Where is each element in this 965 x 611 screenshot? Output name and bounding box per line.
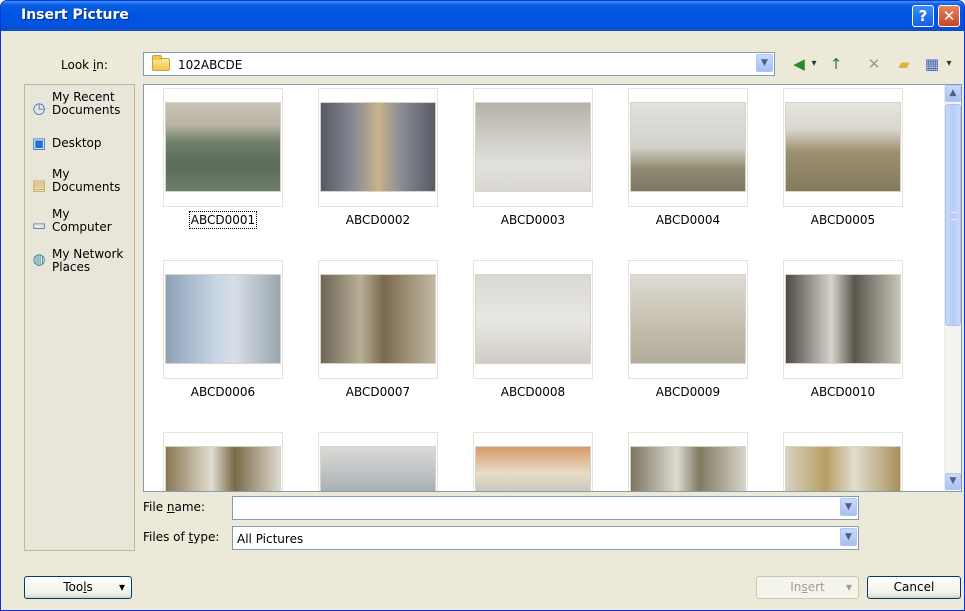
look-in-dropdown-arrow[interactable]: ▼ xyxy=(756,54,773,72)
thumbnail-item[interactable] xyxy=(318,432,438,491)
thumbnail-image xyxy=(630,102,746,192)
help-button[interactable]: ? xyxy=(912,5,934,27)
desktop-icon: ▣ xyxy=(31,134,47,152)
insert-picture-dialog: Insert Picture ? ✕ Look in: 102ABCDE ▼ ◀… xyxy=(0,0,965,611)
thumbnail-item[interactable] xyxy=(163,88,283,207)
thumbnail-image xyxy=(165,102,281,192)
my-computer-icon: ▭ xyxy=(31,216,47,234)
place-my-recent-documents[interactable]: ◷ My Recent Documents xyxy=(29,91,133,125)
thumbnail-item[interactable] xyxy=(163,260,283,379)
thumbnail-label: ABCD0002 xyxy=(345,213,411,227)
thumbnail-image xyxy=(785,102,901,192)
thumbnail-label: ABCD0007 xyxy=(345,385,411,399)
thumbnail-item[interactable] xyxy=(628,432,748,491)
thumbnail-image xyxy=(320,274,436,364)
cancel-button[interactable]: Cancel xyxy=(867,576,961,599)
look-in-combo[interactable]: 102ABCDE ▼ xyxy=(143,52,775,76)
file-name-dropdown-arrow[interactable]: ▼ xyxy=(840,498,857,516)
place-desktop[interactable]: ▣ Desktop xyxy=(29,134,133,155)
thumbnail-item[interactable] xyxy=(163,432,283,491)
thumbnail-item[interactable] xyxy=(473,432,593,491)
thumbnail-image xyxy=(165,274,281,364)
thumbnail-item[interactable] xyxy=(473,260,593,379)
place-my-documents[interactable]: ▤ My Documents xyxy=(29,168,133,202)
thumbnail-image xyxy=(475,446,591,491)
views-icon[interactable]: ▦ xyxy=(921,53,943,75)
thumbnail-item[interactable] xyxy=(318,88,438,207)
insert-button[interactable]: Insert ▾ xyxy=(756,576,859,599)
scroll-down-button[interactable]: ▼ xyxy=(945,473,961,490)
thumbnail-image xyxy=(630,274,746,364)
place-my-network-places[interactable]: ◍ My Network Places xyxy=(29,248,133,282)
close-button[interactable]: ✕ xyxy=(938,5,960,27)
files-of-type-value: All Pictures xyxy=(237,532,304,546)
thumbnail-label: ABCD0001 xyxy=(188,211,258,229)
back-icon[interactable]: ◀ xyxy=(789,53,809,75)
thumbnail-item[interactable] xyxy=(783,88,903,207)
thumbnail-item[interactable] xyxy=(318,260,438,379)
insert-dropdown-icon: ▾ xyxy=(845,580,852,594)
thumbnail-item[interactable] xyxy=(783,432,903,491)
thumbnail-image xyxy=(785,274,901,364)
folder-icon xyxy=(152,55,170,71)
title-bar: Insert Picture ? ✕ xyxy=(1,1,964,31)
new-folder-icon[interactable]: ▰ xyxy=(893,53,915,75)
dialog-title: Insert Picture xyxy=(21,7,129,23)
files-of-type-select[interactable]: All Pictures ▼ xyxy=(232,526,859,550)
thumbnail-image xyxy=(165,446,281,491)
place-my-computer[interactable]: ▭ My Computer xyxy=(29,208,133,242)
thumbnail-label: ABCD0009 xyxy=(655,385,721,399)
file-thumbnail-view[interactable]: ABCD0001 ABCD0002 ABCD0003 ABCD0004 ABCD… xyxy=(143,84,962,492)
thumbnail-label: ABCD0008 xyxy=(500,385,566,399)
tools-button[interactable]: Tools ▾ xyxy=(24,576,132,599)
my-documents-icon: ▤ xyxy=(31,176,47,194)
thumbnail-item[interactable] xyxy=(473,88,593,207)
vertical-scrollbar[interactable]: ▲ ▼ xyxy=(944,85,961,491)
scroll-grip-icon xyxy=(951,212,957,220)
scroll-up-button[interactable]: ▲ xyxy=(945,85,961,102)
thumbnail-label: ABCD0010 xyxy=(810,385,876,399)
scroll-thumb[interactable] xyxy=(945,104,961,326)
files-of-type-dropdown-arrow[interactable]: ▼ xyxy=(840,528,857,546)
file-name-label: File name: xyxy=(143,500,205,514)
thumbnail-image xyxy=(475,274,591,364)
dialog-toolbar: ◀ ▾ ↑ ✕ ▰ ▦ ▾ xyxy=(787,53,962,75)
tools-dropdown-icon: ▾ xyxy=(118,580,125,594)
thumbnail-item[interactable] xyxy=(628,260,748,379)
views-dropdown-icon[interactable]: ▾ xyxy=(943,53,955,75)
places-bar: ◷ My Recent Documents ▣ Desktop ▤ My Docum… xyxy=(24,84,135,551)
thumbnail-image xyxy=(320,446,436,491)
thumbnail-image xyxy=(785,446,901,491)
network-places-icon: ◍ xyxy=(32,250,46,268)
thumbnail-label: ABCD0005 xyxy=(810,213,876,227)
look-in-label: Look in: xyxy=(61,58,108,72)
look-in-value: 102ABCDE xyxy=(178,58,243,72)
back-dropdown-icon[interactable]: ▾ xyxy=(809,53,819,75)
delete-icon[interactable]: ✕ xyxy=(863,53,885,75)
thumbnail-image xyxy=(320,102,436,192)
thumbnail-image xyxy=(630,446,746,491)
up-one-level-icon[interactable]: ↑ xyxy=(825,53,847,75)
files-of-type-label: Files of type: xyxy=(143,530,220,544)
file-name-input[interactable]: ▼ xyxy=(232,496,859,520)
thumbnail-label: ABCD0004 xyxy=(655,213,721,227)
recent-documents-icon: ◷ xyxy=(32,99,46,117)
thumbnail-item[interactable] xyxy=(628,88,748,207)
thumbnail-item[interactable] xyxy=(783,260,903,379)
thumbnail-label: ABCD0003 xyxy=(500,213,566,227)
thumbnail-image xyxy=(475,102,591,192)
thumbnail-label: ABCD0006 xyxy=(190,385,256,399)
